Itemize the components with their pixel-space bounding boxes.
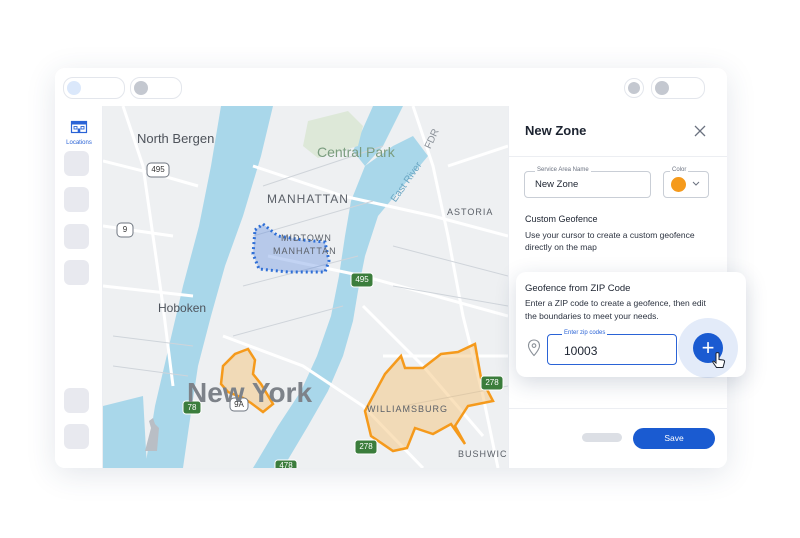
custom-geofence-title: Custom Geofence xyxy=(525,214,598,224)
map-label-hoboken: Hoboken xyxy=(158,301,207,315)
map-canvas[interactable]: North Bergen Central Park MANHATTAN ASTO… xyxy=(103,106,508,468)
map-label-manhattan: MANHATTAN xyxy=(267,192,349,206)
sidebar-item[interactable] xyxy=(64,388,89,413)
color-label: Color xyxy=(670,167,689,173)
top-avatar-button[interactable] xyxy=(624,78,644,98)
avatar xyxy=(628,82,640,94)
cursor-pointer-icon xyxy=(712,352,726,368)
cancel-button[interactable] xyxy=(582,433,622,442)
custom-geofence-desc-1: Use your cursor to create a custom geofe… xyxy=(525,230,695,240)
sidebar-item[interactable] xyxy=(64,260,89,285)
sidebar-item-locations[interactable]: Locations xyxy=(61,120,97,146)
zip-code-input-value: 10003 xyxy=(564,344,598,358)
top-pill-dot xyxy=(67,81,81,95)
top-pill-right[interactable] xyxy=(651,77,705,99)
shield-9a: 9A xyxy=(234,400,244,409)
top-bar xyxy=(55,68,727,107)
map-label-astoria: ASTORIA xyxy=(447,207,494,217)
map-label-williamsburg: WILLIAMSBURG xyxy=(367,404,449,414)
panel-divider xyxy=(509,156,727,157)
custom-geofence-desc-2: directly on the map xyxy=(525,242,597,252)
shield-478: 478 xyxy=(279,461,293,468)
save-button[interactable]: Save xyxy=(633,428,715,449)
map-label-central-park: Central Park xyxy=(317,144,395,160)
sidebar-item[interactable] xyxy=(64,424,89,449)
map-label-midtown: MIDTOWN xyxy=(281,233,332,243)
service-area-name-label: Service Area Name xyxy=(535,167,591,173)
water-bay xyxy=(103,396,147,468)
zip-card-desc-2: the boundaries to meet your needs. xyxy=(525,311,659,321)
close-icon[interactable] xyxy=(693,124,707,138)
service-area-name-field[interactable]: Service Area Name New Zone xyxy=(524,167,651,198)
sidebar-item-label: Locations xyxy=(66,140,92,146)
panel-divider xyxy=(509,408,727,409)
top-pill-second[interactable] xyxy=(130,77,182,99)
color-swatch xyxy=(671,177,686,192)
shield-495-top: 495 xyxy=(151,165,165,174)
shield-278-bottom: 278 xyxy=(359,442,373,451)
top-pill-dot xyxy=(134,81,148,95)
map-label-new-york: New York xyxy=(187,377,313,408)
shield-9: 9 xyxy=(122,225,128,234)
chevron-down-icon xyxy=(692,181,700,186)
zip-card-title: Geofence from ZIP Code xyxy=(525,283,631,294)
top-pill-dot xyxy=(655,81,669,95)
shield-278-right: 278 xyxy=(485,378,499,387)
location-pin-icon xyxy=(527,339,541,357)
building-icon xyxy=(70,120,88,134)
zip-code-input-label: Enter zip codes xyxy=(562,330,608,336)
app-window: Locations North Bergen Central Park MANH… xyxy=(55,68,727,468)
zip-geofence-card: Geofence from ZIP Code Enter a ZIP code … xyxy=(516,272,746,378)
map-label-north-bergen: North Bergen xyxy=(137,131,215,146)
map-label-bushwick: BUSHWIC xyxy=(458,449,508,459)
color-picker[interactable]: Color xyxy=(663,167,709,198)
sidebar: Locations xyxy=(55,106,103,468)
panel-title: New Zone xyxy=(525,123,587,138)
zip-code-input[interactable]: Enter zip codes 10003 xyxy=(547,330,677,365)
service-area-name-value: New Zone xyxy=(535,179,579,190)
shield-78: 78 xyxy=(187,403,197,412)
map-label-midtown-manhattan: MANHATTAN xyxy=(273,246,337,256)
zip-card-desc-1: Enter a ZIP code to create a geofence, t… xyxy=(525,298,706,308)
top-pill-left[interactable] xyxy=(63,77,125,99)
sidebar-item[interactable] xyxy=(64,224,89,249)
sidebar-item[interactable] xyxy=(64,187,89,212)
shield-495-mid: 495 xyxy=(355,275,369,284)
sidebar-item[interactable] xyxy=(64,151,89,176)
